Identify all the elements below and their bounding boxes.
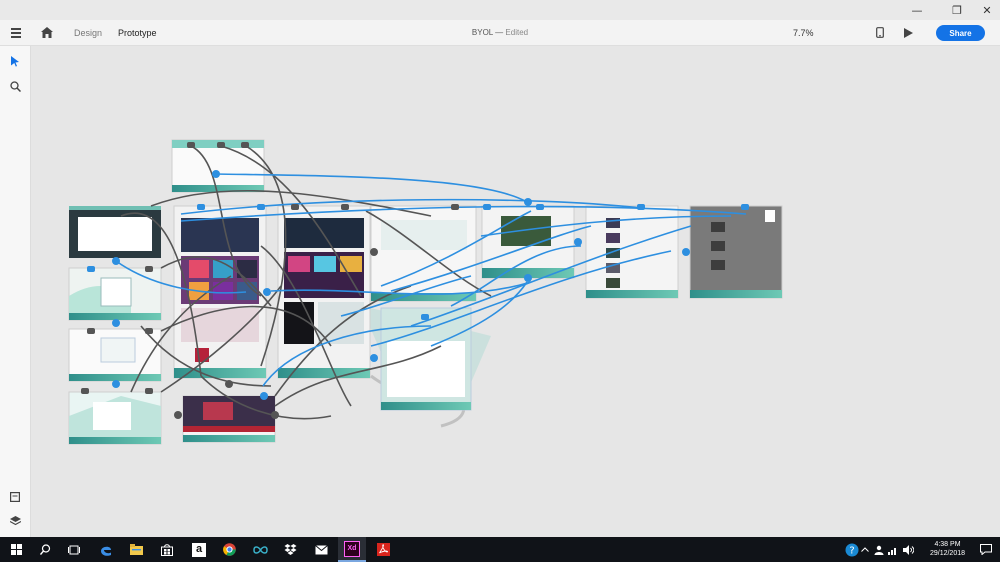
prototype-canvas[interactable] <box>31 46 1000 537</box>
minimize-icon: — <box>911 3 923 17</box>
taskbar-dropbox[interactable] <box>276 537 304 562</box>
help-icon: ? <box>845 543 859 556</box>
taskbar-clock[interactable]: 4:38 PM 29/12/2018 <box>920 540 975 558</box>
search-icon <box>39 544 50 555</box>
restore-button[interactable]: ❐ <box>942 0 972 20</box>
tray-network[interactable] <box>886 537 900 562</box>
notification-icon <box>980 544 992 555</box>
artboard-illustration-1[interactable] <box>68 267 162 321</box>
artboard-illustration-2[interactable] <box>68 391 162 445</box>
task-view-icon <box>68 545 80 554</box>
start-button[interactable] <box>2 537 30 562</box>
artboard-center-list[interactable] <box>370 205 477 302</box>
restore-icon: ❐ <box>952 3 962 17</box>
tray-volume[interactable] <box>900 537 916 562</box>
taskbar-chrome[interactable] <box>215 537 243 562</box>
play-icon <box>904 27 913 38</box>
store-icon <box>161 543 173 556</box>
mail-icon <box>314 544 328 554</box>
mobile-device-icon <box>876 27 884 38</box>
infinity-icon <box>252 545 268 554</box>
zoom-dropdown[interactable]: 7.7% <box>793 20 814 45</box>
task-view-button[interactable] <box>60 537 88 562</box>
zoom-icon <box>9 80 21 92</box>
zoom-tool[interactable] <box>8 79 22 93</box>
artboard-top[interactable] <box>171 139 265 193</box>
volume-icon <box>902 544 914 555</box>
taskbar-search-button[interactable] <box>31 537 59 562</box>
title-separator: — <box>495 28 504 37</box>
app-toolbar: Design Prototype BYOL — Edited 7.7% Shar… <box>0 20 1000 46</box>
zoom-value: 7.7% <box>793 27 814 38</box>
show-hidden-icons-button[interactable] <box>858 537 872 562</box>
windows-start-icon <box>10 544 22 555</box>
svg-text:?: ? <box>849 545 854 556</box>
chrome-icon <box>222 543 236 556</box>
assets-icon <box>10 492 20 502</box>
artboard-center-modal[interactable] <box>380 307 472 411</box>
taskbar-adobe-xd[interactable]: Xd <box>338 537 366 562</box>
taskbar-mail[interactable] <box>307 537 335 562</box>
windows-taskbar: a Xd ? 4:38 PM 29/12/2018 <box>0 537 1000 562</box>
dropbox-icon <box>284 543 296 555</box>
artboard-form[interactable] <box>68 328 162 382</box>
prototype-board[interactable] <box>31 46 1000 537</box>
taskbar-acrobat[interactable] <box>369 537 397 562</box>
artboard-video[interactable] <box>182 395 276 443</box>
document-title: BYOL — Edited <box>0 20 1000 45</box>
close-icon: ✕ <box>982 3 992 17</box>
device-preview-button[interactable] <box>876 20 884 45</box>
taskbar-amazon[interactable]: a <box>185 537 213 562</box>
adobe-xd-icon: Xd <box>344 540 360 557</box>
tray-people[interactable] <box>872 537 886 562</box>
share-button[interactable]: Share <box>936 25 985 41</box>
share-label: Share <box>949 28 972 38</box>
people-icon <box>874 545 884 555</box>
minimize-button[interactable]: — <box>902 0 932 20</box>
select-icon <box>11 55 19 67</box>
taskbar-file-explorer[interactable] <box>122 537 150 562</box>
document-status: Edited <box>505 28 529 37</box>
window-title-bar: — ❐ ✕ <box>0 0 1000 20</box>
amazon-icon: a <box>192 542 206 557</box>
document-name: BYOL <box>471 28 493 37</box>
taskbar-infinity-app[interactable] <box>246 537 274 562</box>
layers-panel-button[interactable] <box>8 514 22 528</box>
select-tool[interactable] <box>8 54 22 68</box>
action-center-button[interactable] <box>972 537 1000 562</box>
left-toolbar <box>0 46 31 537</box>
acrobat-icon <box>376 543 390 556</box>
file-explorer-icon <box>129 544 143 555</box>
taskbar-edge[interactable] <box>92 537 120 562</box>
wifi-icon <box>888 547 896 555</box>
taskbar-store[interactable] <box>153 537 181 562</box>
artboard-list-2-overlay[interactable] <box>689 205 783 299</box>
chevron-up-icon <box>861 547 869 552</box>
close-button[interactable]: ✕ <box>972 0 1000 20</box>
play-preview-button[interactable] <box>904 20 913 45</box>
edge-icon <box>101 546 111 556</box>
clock-date: 29/12/2018 <box>929 550 966 557</box>
artboard-modal-dark[interactable] <box>69 206 161 258</box>
clock-time: 4:38 PM <box>934 541 961 548</box>
layers-icon <box>9 516 21 526</box>
artboard-gallery[interactable] <box>481 205 575 279</box>
assets-panel-button[interactable] <box>8 490 22 504</box>
